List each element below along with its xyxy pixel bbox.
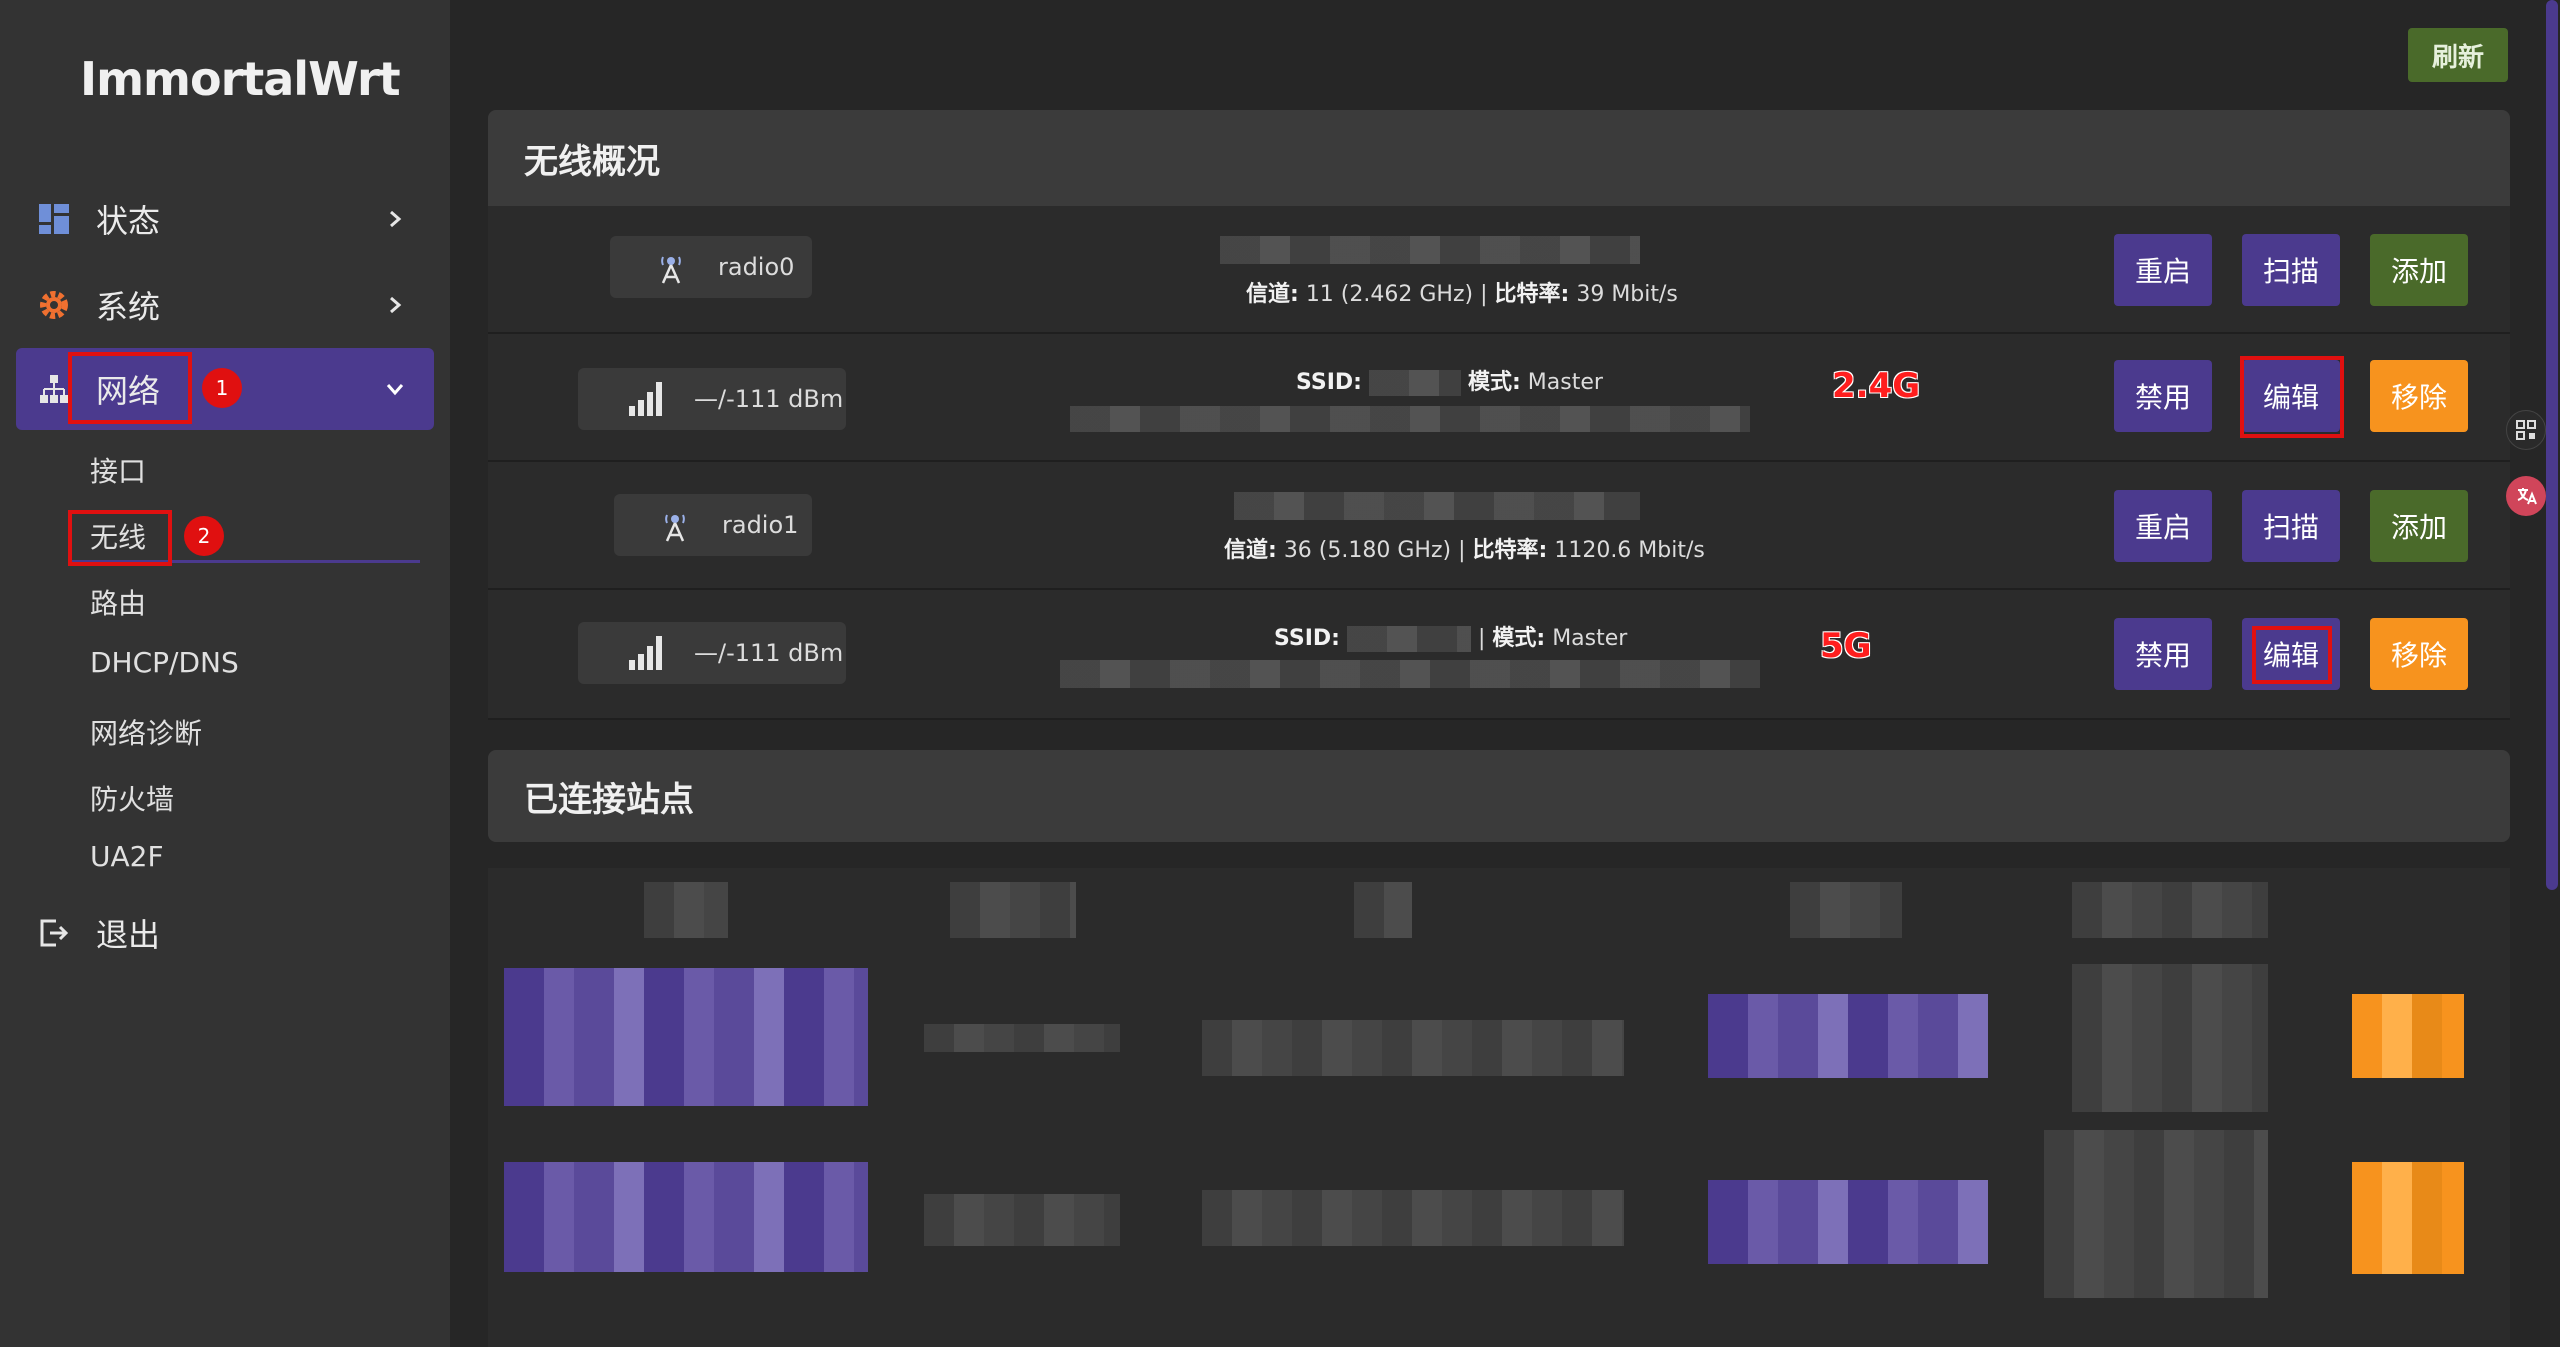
sidebar-subitem-interfaces[interactable]: 接口 bbox=[90, 450, 146, 490]
annotation-box-edit-2g bbox=[2240, 356, 2344, 438]
antenna-icon bbox=[650, 246, 692, 288]
sidebar-item-label: 状态 bbox=[96, 202, 161, 240]
radio-name: radio0 bbox=[718, 253, 795, 281]
panel-title: 无线概况 bbox=[524, 141, 660, 182]
redacted-station-host bbox=[1202, 1020, 1624, 1076]
redacted-column-header bbox=[1790, 882, 1902, 938]
disable-button[interactable]: 禁用 bbox=[2114, 360, 2212, 432]
redacted-text bbox=[1060, 660, 1760, 688]
redacted-column-header bbox=[2072, 882, 2268, 938]
add-button[interactable]: 添加 bbox=[2370, 490, 2468, 562]
sidebar-subitem-diagnostics[interactable]: 网络诊断 bbox=[90, 712, 202, 752]
stations-table bbox=[488, 868, 2510, 1347]
dashboard-icon bbox=[36, 201, 72, 237]
sidebar-item-label: 系统 bbox=[96, 288, 161, 326]
disable-button[interactable]: 禁用 bbox=[2114, 618, 2212, 690]
remove-button[interactable]: 移除 bbox=[2370, 360, 2468, 432]
ssid-mode-info: SSID: 模式: Master bbox=[1296, 370, 1603, 396]
restart-button[interactable]: 重启 bbox=[2114, 234, 2212, 306]
redacted-station-signal bbox=[1708, 994, 1988, 1078]
sidebar: ImmortalWrt 状态 系统 网络 1 接口 无线 2 路由 DHCP/D… bbox=[0, 0, 450, 1347]
connected-stations-header: 已连接站点 bbox=[488, 750, 2510, 842]
sidebar-subitem-firewall[interactable]: 防火墙 bbox=[90, 778, 174, 818]
redacted-station-mac bbox=[924, 1194, 1120, 1246]
translate-icon[interactable] bbox=[2506, 476, 2546, 516]
wireless-overview-header: 无线概况 bbox=[488, 110, 2510, 206]
redacted-column-header bbox=[644, 882, 728, 938]
signal-bars-icon bbox=[626, 378, 668, 420]
redacted-station-button bbox=[2352, 1162, 2464, 1274]
chevron-right-icon bbox=[378, 202, 412, 236]
redacted-station-button bbox=[2352, 994, 2464, 1078]
radio0-chip: radio0 bbox=[610, 236, 812, 298]
signal-chip: —/-111 dBm bbox=[578, 622, 846, 684]
brand-logo: ImmortalWrt bbox=[80, 52, 401, 106]
annotation-badge-2: 2 bbox=[184, 516, 224, 556]
radio0-iface-row: —/-111 dBm SSID: 模式: Master 2.4G 禁用 编辑 移… bbox=[488, 334, 2510, 462]
annotation-badge-1: 1 bbox=[202, 368, 242, 408]
redacted-station-rate bbox=[2044, 1130, 2268, 1298]
qr-code-icon[interactable] bbox=[2506, 410, 2546, 450]
network-icon bbox=[36, 371, 72, 407]
signal-value: —/-111 dBm bbox=[694, 639, 844, 667]
annotation-box-network bbox=[68, 352, 192, 424]
redacted-station-signal bbox=[1708, 1180, 1988, 1264]
scrollbar-thumb[interactable] bbox=[2546, 0, 2558, 890]
logout-icon bbox=[36, 915, 72, 951]
remove-button[interactable]: 移除 bbox=[2370, 618, 2468, 690]
sidebar-item-system[interactable]: 系统 bbox=[16, 264, 434, 346]
add-button[interactable]: 添加 bbox=[2370, 234, 2468, 306]
gear-icon bbox=[36, 287, 72, 323]
sidebar-item-label: 退出 bbox=[96, 916, 161, 954]
radio0-channel-info: 信道: 11 (2.462 GHz) | 比特率: 39 Mbit/s bbox=[1246, 282, 1678, 307]
chevron-down-icon bbox=[378, 372, 412, 406]
sidebar-subitem-ua2f[interactable]: UA2F bbox=[90, 840, 164, 873]
redacted-text bbox=[1220, 236, 1640, 264]
redacted-station-mac bbox=[924, 1024, 1120, 1052]
radio0-row: radio0 信道: 11 (2.462 GHz) | 比特率: 39 Mbit… bbox=[488, 206, 2510, 334]
signal-chip: —/-111 dBm bbox=[578, 368, 846, 430]
panel-title: 已连接站点 bbox=[524, 779, 694, 820]
redacted-ssid bbox=[1368, 370, 1461, 396]
scan-button[interactable]: 扫描 bbox=[2242, 234, 2340, 306]
restart-button[interactable]: 重启 bbox=[2114, 490, 2212, 562]
redacted-column-header bbox=[950, 882, 1076, 938]
annotation-box-edit-5g bbox=[2252, 626, 2332, 684]
ssid-mode-info: SSID: | 模式: Master bbox=[1274, 626, 1628, 652]
radio1-channel-info: 信道: 36 (5.180 GHz) | 比特率: 1120.6 Mbit/s bbox=[1224, 538, 1705, 563]
annotation-box-wireless bbox=[68, 510, 172, 566]
band-annotation-2g: 2.4G bbox=[1832, 366, 1921, 406]
sidebar-subitem-dhcp-dns[interactable]: DHCP/DNS bbox=[90, 646, 239, 679]
radio1-chip: radio1 bbox=[614, 494, 812, 556]
redacted-ssid bbox=[1346, 626, 1471, 652]
scan-button[interactable]: 扫描 bbox=[2242, 490, 2340, 562]
redacted-text bbox=[1070, 406, 1750, 432]
redacted-station-rate bbox=[2072, 964, 2268, 1112]
redacted-column-header bbox=[1354, 882, 1412, 938]
radio-name: radio1 bbox=[722, 511, 799, 539]
radio1-iface-row: —/-111 dBm SSID: | 模式: Master 5G 禁用 编辑 移… bbox=[488, 590, 2510, 720]
chevron-right-icon bbox=[378, 288, 412, 322]
antenna-icon bbox=[654, 504, 696, 546]
redacted-station-network bbox=[504, 968, 868, 1106]
redacted-station-network bbox=[504, 1162, 868, 1272]
redacted-text bbox=[1234, 492, 1640, 520]
sidebar-subitem-routes[interactable]: 路由 bbox=[90, 582, 146, 622]
band-annotation-5g: 5G bbox=[1820, 626, 1872, 666]
signal-value: —/-111 dBm bbox=[694, 385, 844, 413]
sidebar-item-status[interactable]: 状态 bbox=[16, 178, 434, 260]
redacted-station-host bbox=[1202, 1190, 1624, 1246]
refresh-button[interactable]: 刷新 bbox=[2408, 28, 2508, 82]
signal-bars-icon bbox=[626, 632, 668, 674]
sidebar-item-logout[interactable]: 退出 bbox=[16, 892, 434, 974]
radio1-row: radio1 信道: 36 (5.180 GHz) | 比特率: 1120.6 … bbox=[488, 462, 2510, 590]
